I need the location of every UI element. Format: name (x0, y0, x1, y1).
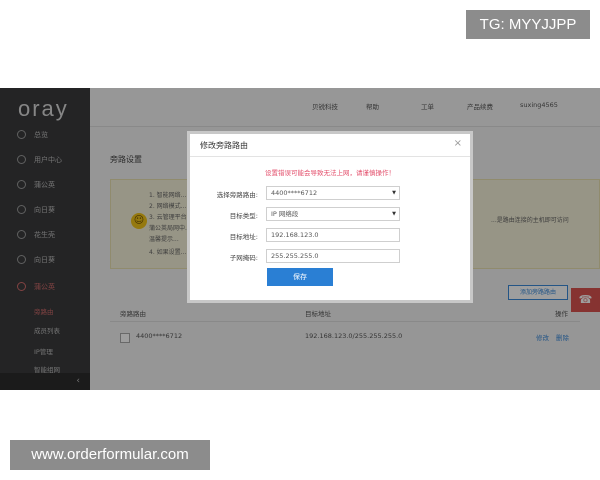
save-button[interactable]: 保存 (267, 268, 333, 286)
router-select-value: 4400****6712 (271, 189, 318, 197)
field-label: 子网掩码: (229, 254, 258, 262)
target-address-value: 192.168.123.0 (271, 231, 319, 239)
telegram-watermark: TG: MYYJJPP (466, 10, 590, 39)
subnet-mask-input[interactable]: 255.255.255.0 (266, 249, 400, 263)
warning-text: 设置错误可能会导致无法上网，请谨慎操作！ (265, 169, 395, 177)
subnet-mask-value: 255.255.255.0 (271, 252, 319, 260)
target-type-value: IP 网络段 (271, 210, 299, 218)
website-watermark: www.orderformular.com (10, 440, 210, 470)
field-label: 目标地址: (229, 233, 258, 241)
target-type-select[interactable]: IP 网络段 ▼ (266, 207, 400, 221)
caret-down-icon: ▼ (392, 190, 396, 196)
target-address-input[interactable]: 192.168.123.0 (266, 228, 400, 242)
caret-down-icon: ▼ (392, 211, 396, 217)
modal-header: 修改旁路路由 × (190, 134, 470, 157)
app-screenshot: oray 总览 用户中心 蒲公英 向日葵 花生壳 向日葵 蒲公英 旁路由 成员列… (0, 88, 600, 390)
field-label: 选择旁路路由: (216, 191, 258, 199)
modal-title: 修改旁路路由 (200, 141, 248, 150)
edit-bypass-router-modal: 修改旁路路由 × 设置错误可能会导致无法上网，请谨慎操作！ 选择旁路路由: 44… (187, 131, 473, 303)
close-icon[interactable]: × (454, 138, 462, 149)
router-select[interactable]: 4400****6712 ▼ (266, 186, 400, 200)
field-label: 目标类型: (229, 212, 258, 220)
